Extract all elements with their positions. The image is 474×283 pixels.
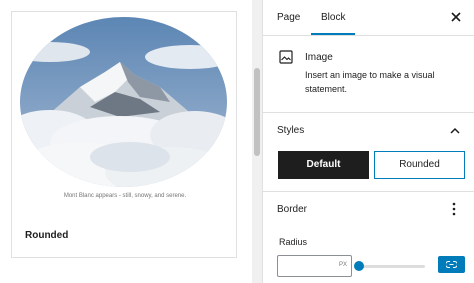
border-panel: Border Radius PX [263,192,474,283]
style-label: Rounded [25,230,69,241]
editor-canvas: Mont Blanc appears - still, snowy, and s… [0,0,262,283]
radius-label: Radius [279,237,308,247]
mountain-image[interactable] [20,17,227,187]
tab-block[interactable]: Block [321,0,345,35]
sidebar-tabs: Page Block [263,0,474,36]
image-caption[interactable]: Mont Blanc appears - still, snowy, and s… [12,193,238,199]
styles-panel-title[interactable]: Styles [277,125,304,136]
radius-slider-thumb[interactable] [354,261,364,271]
active-tab-indicator [311,33,355,35]
border-panel-title[interactable]: Border [277,204,307,215]
settings-sidebar: Page Block Image Insert an image to make… [262,0,474,283]
styles-panel: Styles Default Rounded [263,113,474,192]
chevron-up-icon[interactable] [449,125,461,137]
canvas-scrollbar[interactable] [252,0,262,283]
close-icon[interactable] [449,10,463,24]
image-block[interactable]: Mont Blanc appears - still, snowy, and s… [11,11,237,258]
image-icon [279,50,293,64]
block-description: Insert an image to make a visual stateme… [305,70,435,94]
tab-page[interactable]: Page [277,0,300,35]
more-options-icon[interactable] [451,202,457,216]
style-default-button[interactable]: Default [278,151,369,179]
radius-slider-track[interactable] [359,265,425,268]
unlink-sides-button[interactable] [438,256,465,273]
style-rounded-button[interactable]: Rounded [374,151,465,179]
radius-input[interactable]: PX [277,255,352,277]
block-card: Image Insert an image to make a visual s… [263,36,474,113]
mountain-photo [20,17,227,187]
scrollbar-thumb[interactable] [254,68,260,156]
block-title: Image [305,52,333,63]
link-icon [446,260,457,269]
radius-unit[interactable]: PX [339,262,347,268]
